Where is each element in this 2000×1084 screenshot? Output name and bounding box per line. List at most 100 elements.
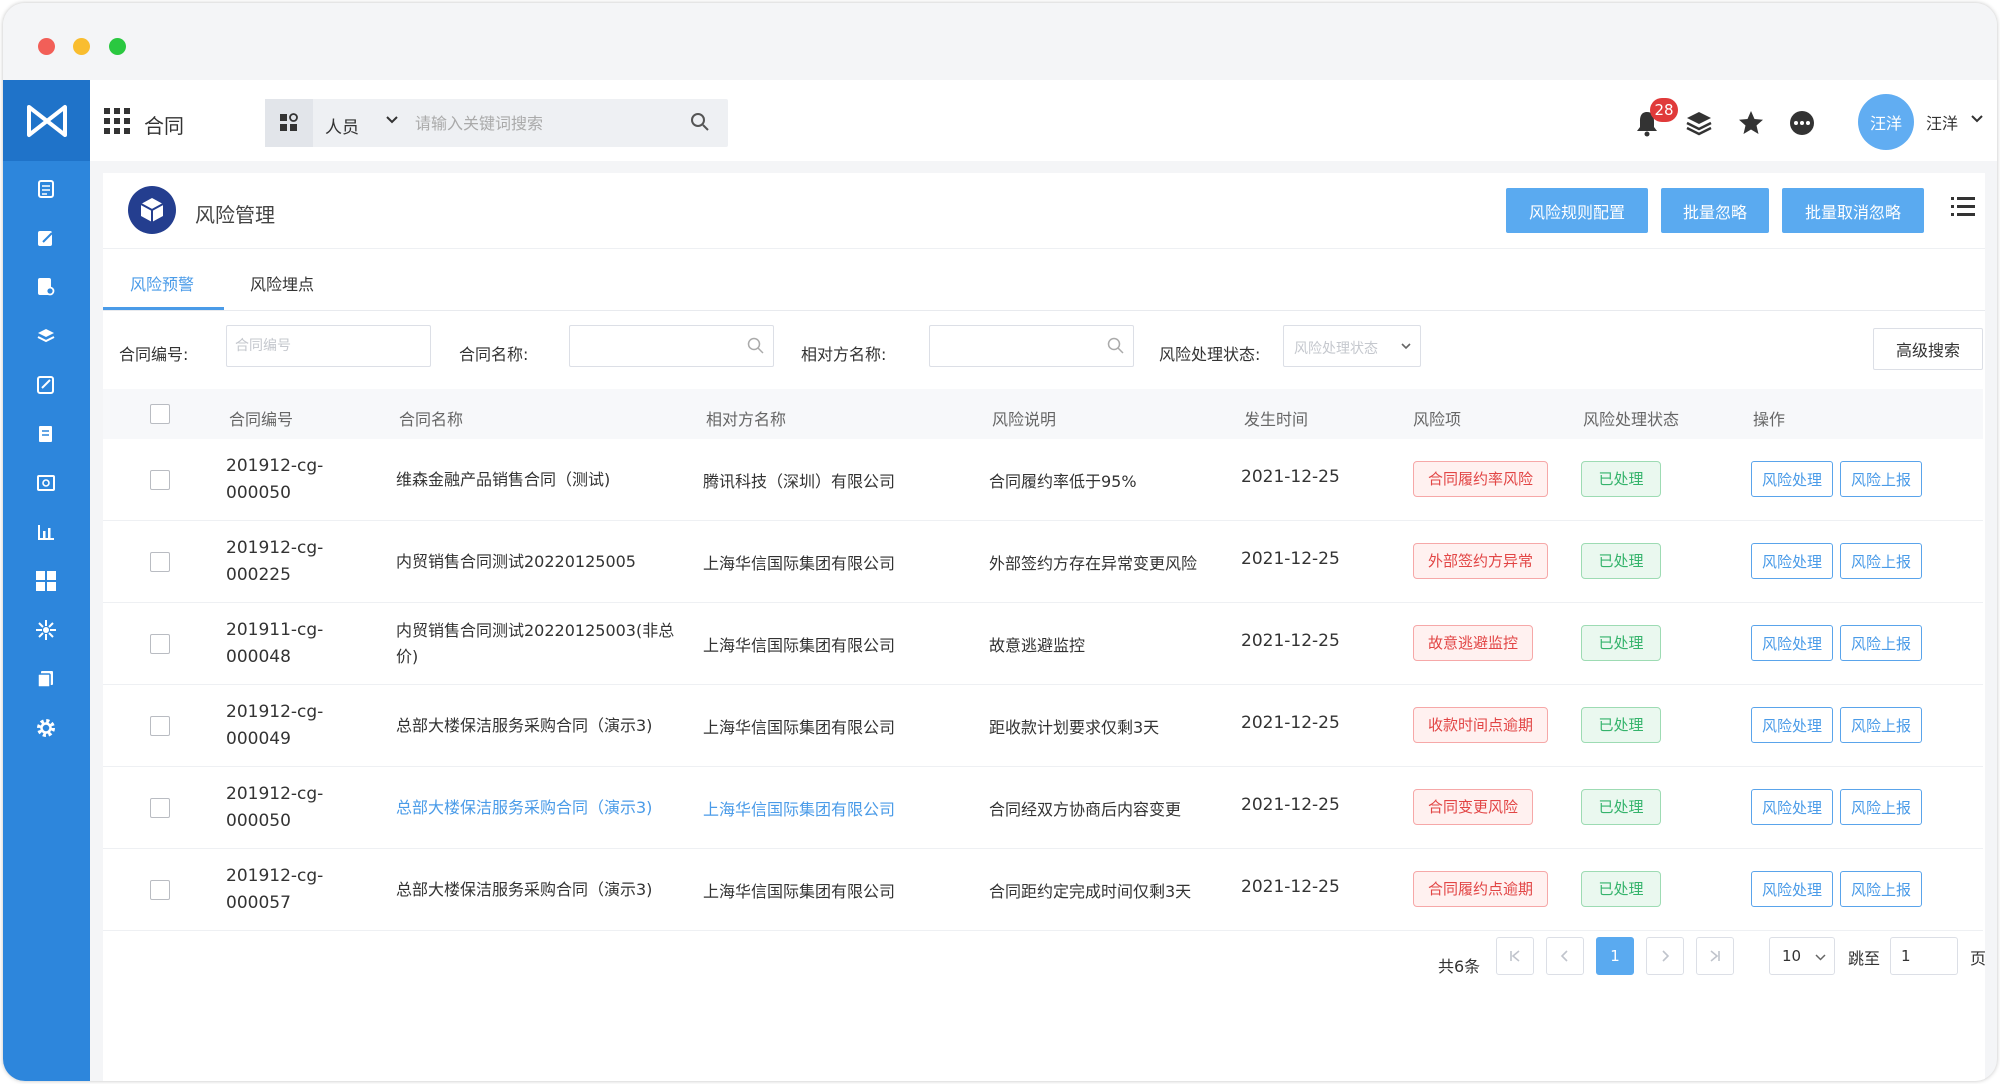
table-row[interactable]: 201912-cg- 000049 总部大楼保洁服务采购合同（演示3) 上海华信国… <box>103 685 1983 767</box>
main-content: 风险管理 风险规则配置 批量忽略 批量取消忽略 风险预警 风险埋点 合同编号: … <box>103 173 1986 1081</box>
search-icon[interactable] <box>690 112 710 132</box>
contract-name-cell: 内贸销售合同测试20220125005 <box>396 552 636 571</box>
occurred-date-cell: 2021-12-25 <box>1241 877 1340 897</box>
tab-bar: 风险预警 风险埋点 <box>103 249 1985 311</box>
list-menu-icon[interactable] <box>1951 195 1975 217</box>
risk-description-cell: 故意逃避监控 <box>989 636 1086 655</box>
user-name[interactable]: 汪洋 <box>1926 110 1958 134</box>
contract-name-cell: 维森金融产品销售合同（测试) <box>396 470 611 489</box>
chevron-down-icon[interactable] <box>1970 112 1984 126</box>
risk-report-button[interactable]: 风险上报 <box>1840 625 1922 661</box>
tab-risk-tracking[interactable]: 风险埋点 <box>250 271 314 295</box>
dashboard-icon[interactable] <box>31 566 61 596</box>
risk-rule-config-button[interactable]: 风险规则配置 <box>1506 188 1648 233</box>
risk-item-tag: 外部签约方异常 <box>1413 543 1549 579</box>
risk-handle-button[interactable]: 风险处理 <box>1751 461 1833 497</box>
jump-label: 跳至 <box>1848 949 1881 968</box>
last-page-button[interactable] <box>1696 937 1734 975</box>
title-bar <box>3 3 1997 80</box>
contract-sign-icon[interactable] <box>31 370 61 400</box>
gear-icon[interactable] <box>31 713 61 743</box>
party-name-link[interactable]: 上海华信国际集团有限公司 <box>703 796 895 820</box>
row-checkbox[interactable] <box>150 552 170 572</box>
search-doc-icon[interactable] <box>31 468 61 498</box>
avatar[interactable]: 汪洋 <box>1858 94 1914 150</box>
layers-icon[interactable] <box>1684 108 1714 138</box>
contract-name-link[interactable]: 总部大楼保洁服务采购合同（演示3) <box>396 767 686 849</box>
batch-unignore-button[interactable]: 批量取消忽略 <box>1782 188 1924 233</box>
table-row[interactable]: 201911-cg- 000048 内贸销售合同测试20220125003(非总价… <box>103 603 1983 685</box>
status-badge: 已处理 <box>1581 625 1661 661</box>
layers-icon[interactable] <box>31 321 61 351</box>
row-checkbox[interactable] <box>150 880 170 900</box>
occurred-date-cell: 2021-12-25 <box>1241 631 1340 651</box>
window-close-button[interactable] <box>38 38 55 55</box>
page-number-button[interactable]: 1 <box>1596 937 1634 975</box>
party-name-field[interactable] <box>929 325 1134 367</box>
row-checkbox[interactable] <box>150 798 170 818</box>
select-all-checkbox[interactable] <box>150 404 170 424</box>
table-row[interactable]: 201912-cg- 000057 总部大楼保洁服务采购合同（演示3) 上海华信国… <box>103 849 1983 931</box>
page-size-select[interactable]: 10 <box>1769 937 1835 975</box>
table-row[interactable]: 201912-cg- 000050 总部大楼保洁服务采购合同（演示3) 上海华信国… <box>103 767 1983 849</box>
document-icon[interactable] <box>31 174 61 204</box>
risk-description-cell: 距收款计划要求仅剩3天 <box>989 718 1160 737</box>
risk-item-tag: 合同变更风险 <box>1413 789 1534 825</box>
tab-risk-warning[interactable]: 风险预警 <box>130 271 194 295</box>
risk-report-button[interactable]: 风险上报 <box>1840 461 1922 497</box>
table-row[interactable]: 201912-cg- 000225 内贸销售合同测试20220125005 上海华… <box>103 521 1983 603</box>
table-row[interactable]: 201912-cg- 000050 维森金融产品销售合同（测试) 腾讯科技（深圳）… <box>103 439 1983 521</box>
app-logo[interactable] <box>3 80 90 161</box>
chevron-down-icon[interactable] <box>385 113 399 127</box>
risk-report-button[interactable]: 风险上报 <box>1840 707 1922 743</box>
app-window: 合同 人员 28 汪洋 汪洋 风险管理 风险规则配置 批量忽略 批量取消忽略 <box>3 3 1997 1081</box>
contract-name-cell: 总部大楼保洁服务采购合同（演示3) <box>396 880 653 899</box>
window-minimize-button[interactable] <box>73 38 90 55</box>
search-type-select[interactable]: 人员 <box>325 113 359 138</box>
risk-handle-button[interactable]: 风险处理 <box>1751 625 1833 661</box>
bar-chart-icon[interactable] <box>31 517 61 547</box>
risk-handle-button[interactable]: 风险处理 <box>1751 871 1833 907</box>
app-title: 合同 <box>144 114 184 138</box>
column-header: 合同名称 <box>399 410 464 429</box>
search-input[interactable] <box>415 108 675 138</box>
search-icon[interactable] <box>747 337 765 355</box>
jump-page-input[interactable] <box>1890 937 1958 975</box>
file-search-icon[interactable] <box>31 272 61 302</box>
risk-handle-button[interactable]: 风险处理 <box>1751 707 1833 743</box>
window-maximize-button[interactable] <box>109 38 126 55</box>
party-name-input[interactable] <box>938 334 1088 358</box>
edit-icon[interactable] <box>31 223 61 253</box>
last-page-icon <box>1710 950 1720 962</box>
contract-no-field[interactable] <box>226 325 431 367</box>
status-badge: 已处理 <box>1581 871 1661 907</box>
top-bar: 合同 人员 28 汪洋 汪洋 <box>90 80 1997 161</box>
row-checkbox[interactable] <box>150 716 170 736</box>
contract-name-input[interactable] <box>578 334 728 358</box>
risk-handle-button[interactable]: 风险处理 <box>1751 789 1833 825</box>
risk-report-button[interactable]: 风险上报 <box>1840 789 1922 825</box>
risk-status-select[interactable]: 风险处理状态 <box>1283 325 1421 367</box>
more-icon[interactable] <box>1787 108 1817 138</box>
prev-page-button[interactable] <box>1546 937 1584 975</box>
row-checkbox[interactable] <box>150 470 170 490</box>
flower-icon[interactable] <box>31 615 61 645</box>
batch-ignore-button[interactable]: 批量忽略 <box>1661 188 1769 233</box>
copy-icon[interactable] <box>31 664 61 694</box>
risk-report-button[interactable]: 风险上报 <box>1840 543 1922 579</box>
next-page-button[interactable] <box>1646 937 1684 975</box>
search-icon[interactable] <box>1107 337 1125 355</box>
advanced-search-button[interactable]: 高级搜索 <box>1873 328 1983 370</box>
first-page-button[interactable] <box>1496 937 1534 975</box>
contract-name-field[interactable] <box>569 325 774 367</box>
contract-no-input[interactable] <box>235 334 385 358</box>
search-category-button[interactable] <box>265 99 313 147</box>
report-icon[interactable] <box>31 419 61 449</box>
star-icon[interactable] <box>1736 108 1766 138</box>
apps-grid-icon[interactable] <box>104 108 130 134</box>
risk-report-button[interactable]: 风险上报 <box>1840 871 1922 907</box>
risk-handle-button[interactable]: 风险处理 <box>1751 543 1833 579</box>
risk-description-cell: 外部签约方存在异常变更风险 <box>989 554 1198 573</box>
first-page-icon <box>1510 950 1520 962</box>
row-checkbox[interactable] <box>150 634 170 654</box>
